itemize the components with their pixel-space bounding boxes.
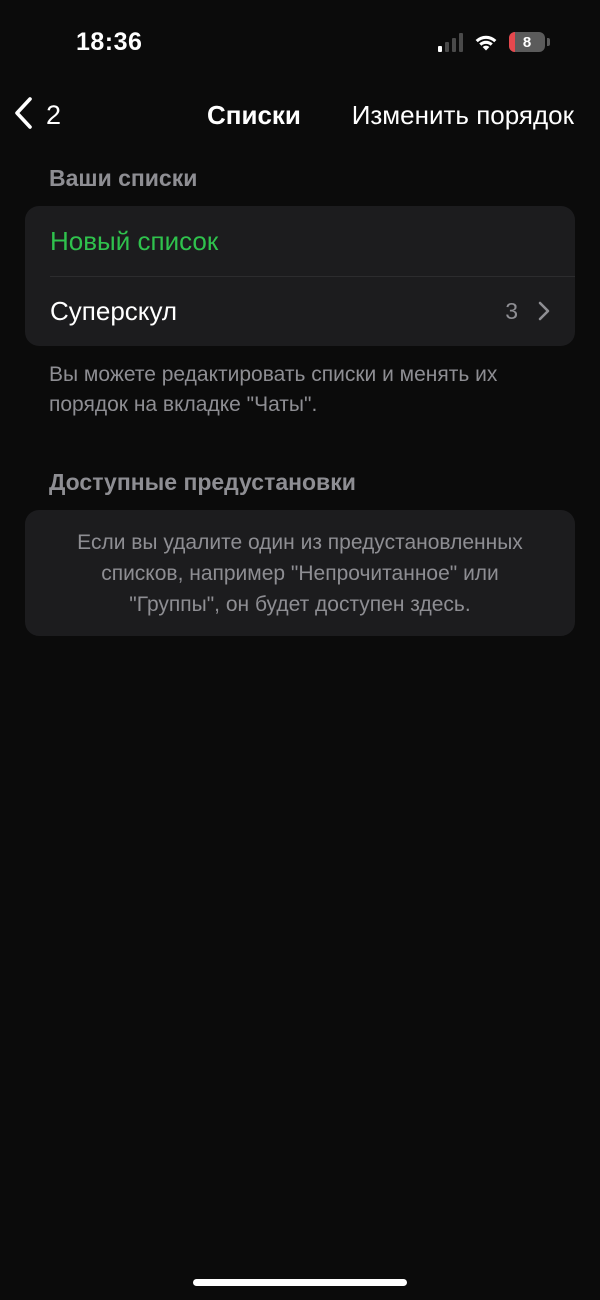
reorder-button[interactable]: Изменить порядок: [352, 100, 574, 131]
home-indicator[interactable]: [193, 1279, 407, 1286]
presets-info-text: Если вы удалите один из предустановленны…: [77, 530, 523, 616]
presets-info-card: Если вы удалите один из предустановленны…: [25, 510, 575, 636]
chevron-right-icon: [538, 301, 550, 321]
list-item[interactable]: Суперскул 3: [25, 276, 575, 346]
back-button[interactable]: 2: [12, 96, 61, 135]
your-lists-header: Ваши списки: [49, 165, 198, 191]
navigation-bar: 2 Списки Изменить порядок: [0, 90, 600, 140]
page-title: Списки: [207, 100, 301, 130]
wifi-icon: [473, 32, 499, 52]
battery-icon: 8: [509, 32, 545, 52]
status-bar: 18:36 8: [0, 0, 600, 90]
status-time: 18:36: [76, 28, 143, 56]
presets-header: Доступные предустановки: [49, 469, 356, 495]
list-item-label: Суперскул: [50, 295, 178, 326]
cellular-signal-icon: [438, 32, 463, 52]
battery-tip: [547, 38, 550, 46]
battery-level: 8: [522, 33, 532, 51]
new-list-label: Новый список: [50, 225, 219, 256]
list-item-count: 3: [505, 297, 518, 324]
chevron-left-icon: [12, 96, 34, 135]
your-lists-card: Новый список Суперскул 3: [25, 206, 575, 346]
your-lists-footnote: Вы можете редактировать списки и менять …: [49, 363, 498, 416]
battery-fill: [509, 32, 515, 52]
new-list-button[interactable]: Новый список: [25, 206, 575, 276]
status-indicators: 8: [438, 32, 550, 52]
back-count: 2: [46, 100, 62, 130]
